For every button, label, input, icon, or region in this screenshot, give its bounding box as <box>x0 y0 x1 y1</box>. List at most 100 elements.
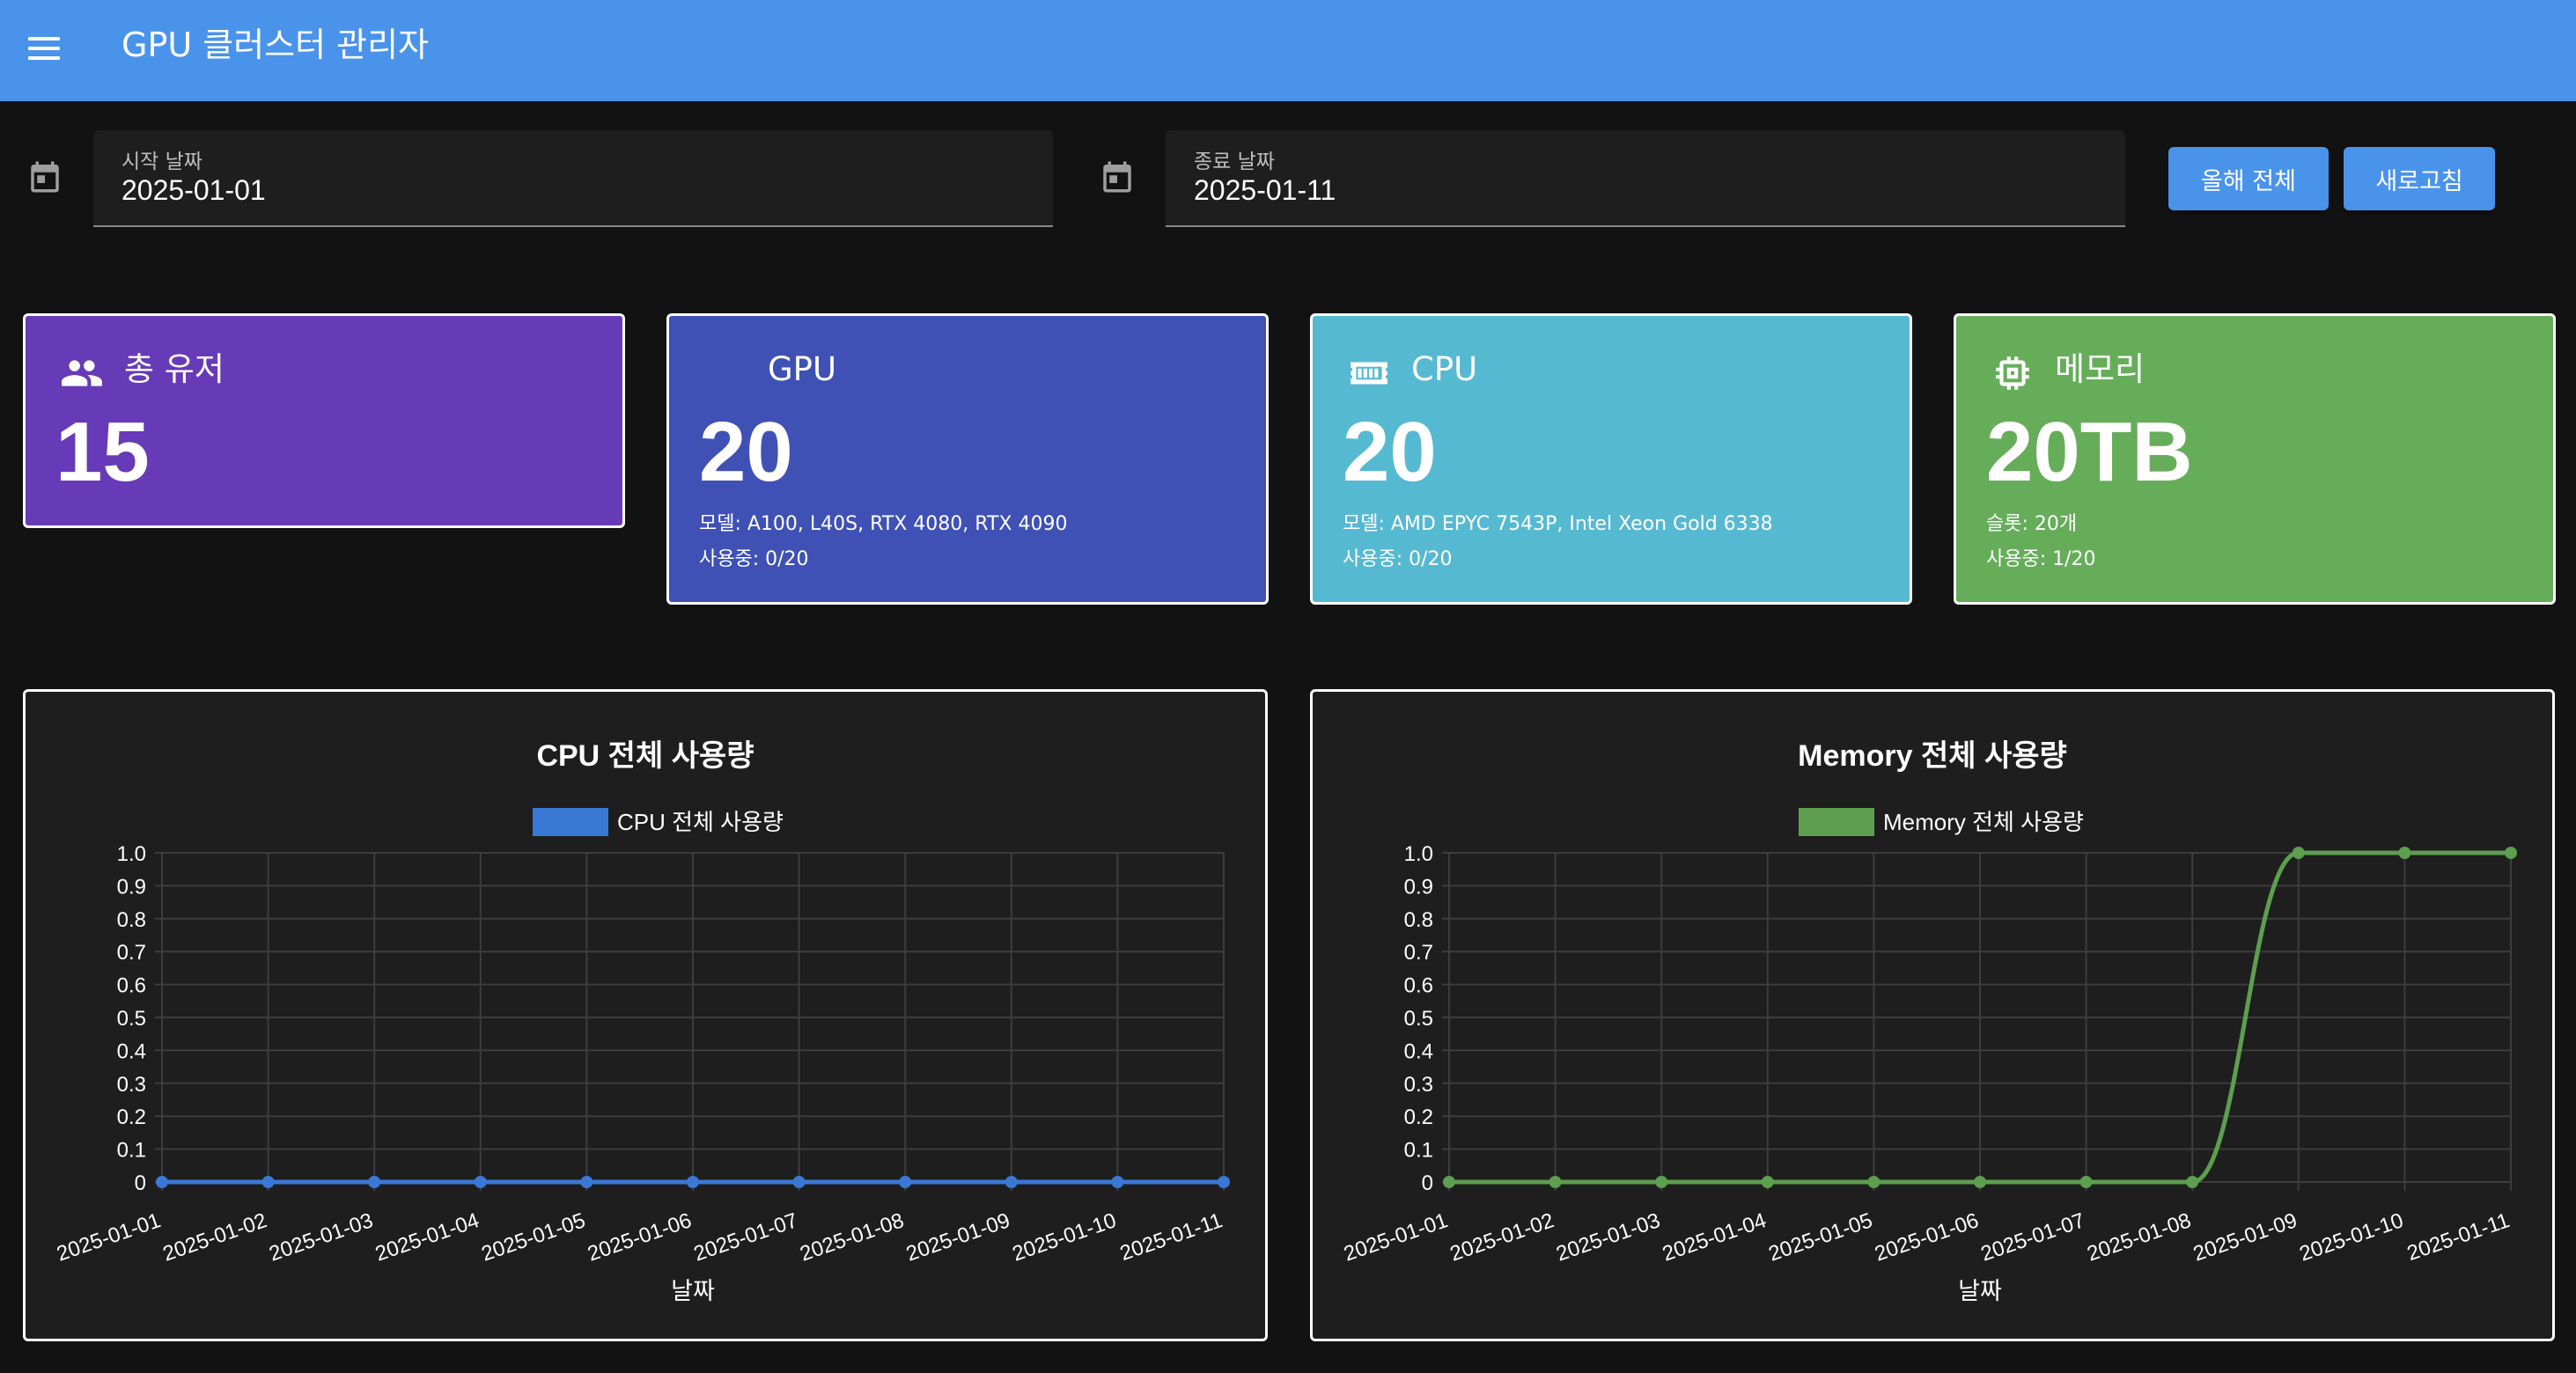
y-tick-label: 0.7 <box>1404 941 1433 965</box>
y-tick-label: 0.8 <box>117 908 146 932</box>
data-point <box>2186 1176 2199 1188</box>
y-tick-label: 0.1 <box>117 1139 146 1163</box>
y-tick-label: 0.4 <box>117 1039 146 1063</box>
x-axis-label: 날짜 <box>671 1278 715 1304</box>
app-bar: GPU 클러스터 관리자 <box>0 0 2576 101</box>
cpu-value: 20 <box>1343 405 1437 499</box>
memory-usage-chart: Memory 전체 사용량 Memory 전체 사용량 0 0.1 0.2 0.3 0.4 0… <box>1310 689 2555 1341</box>
x-tick-label: 2025-01-01 <box>54 1208 164 1266</box>
this-year-button[interactable]: 올해 전체 <box>2168 147 2329 210</box>
calendar-icon[interactable] <box>26 158 63 195</box>
data-point <box>792 1176 806 1188</box>
x-tick-label: 2025-01-06 <box>585 1208 695 1266</box>
cpu-card: CPU 20 모델: AMD EPYC 7543P, Intel Xeon Go… <box>1310 313 1912 605</box>
legend-label: Memory 전체 사용량 <box>1883 809 2084 835</box>
y-tick-label: 0.9 <box>117 875 146 899</box>
data-point <box>2505 847 2517 859</box>
x-tick-label: 2025-01-07 <box>691 1208 801 1266</box>
x-tick-label: 2025-01-11 <box>2404 1208 2513 1266</box>
end-date-field[interactable]: 종료 날짜 <box>1166 130 2125 227</box>
gpu-title: GPU <box>768 350 837 388</box>
memory-slots: 슬롯: 20개 <box>1986 513 2078 535</box>
total-users-card: 총 유저 15 <box>23 313 625 528</box>
memory-usage: 사용중: 1/20 <box>1986 548 2096 570</box>
legend-swatch <box>533 808 608 836</box>
data-point <box>261 1176 275 1188</box>
y-tick-label: 0.4 <box>1404 1039 1433 1063</box>
start-date-label: 시작 날짜 <box>121 151 202 173</box>
end-date-label: 종료 날짜 <box>1194 151 1275 173</box>
legend-label: CPU 전체 사용량 <box>617 809 784 835</box>
y-tick-label: 0 <box>1422 1171 1433 1195</box>
y-tick-label: 0 <box>135 1171 146 1195</box>
start-date-input[interactable] <box>121 174 889 207</box>
people-icon <box>62 360 102 386</box>
gpu-card: GPU 20 모델: A100, L40S, RTX 4080, RTX 409… <box>666 313 1269 605</box>
x-tick-label: 2025-01-05 <box>478 1208 588 1266</box>
cpu-usage: 사용중: 0/20 <box>1343 548 1453 570</box>
memory-value: 20TB <box>1986 405 2193 499</box>
data-point <box>368 1176 381 1188</box>
y-tick-label: 0.7 <box>117 941 146 965</box>
x-tick-label: 2025-01-08 <box>797 1208 907 1266</box>
gpu-usage: 사용중: 0/20 <box>699 548 809 570</box>
x-tick-label: 2025-01-09 <box>903 1208 1013 1266</box>
y-tick-label: 0.8 <box>1404 908 1433 932</box>
x-tick-label: 2025-01-08 <box>2084 1208 2194 1266</box>
x-tick-label: 2025-01-04 <box>372 1208 482 1266</box>
x-tick-label: 2025-01-02 <box>160 1208 270 1266</box>
x-tick-label: 2025-01-04 <box>1660 1208 1770 1266</box>
total-users-title: 총 유저 <box>124 350 224 388</box>
x-tick-label: 2025-01-06 <box>1872 1208 1982 1266</box>
x-tick-label: 2025-01-01 <box>1341 1208 1451 1266</box>
x-tick-label: 2025-01-02 <box>1447 1208 1557 1266</box>
x-axis-label: 날짜 <box>1958 1278 2002 1304</box>
x-tick-label: 2025-01-09 <box>2190 1208 2300 1266</box>
refresh-button[interactable]: 새로고침 <box>2344 147 2495 210</box>
x-tick-label: 2025-01-03 <box>266 1208 376 1266</box>
cpu-usage-chart-svg: CPU 전체 사용량 CPU 전체 사용량 0 0.1 0.2 0.3 0.4 0.5 0.6 0… <box>54 739 1230 1304</box>
data-point <box>2079 1176 2093 1188</box>
y-tick-label: 0.5 <box>1404 1007 1433 1031</box>
end-date-input[interactable] <box>1194 174 1961 207</box>
x-tick-label: 2025-01-10 <box>2296 1208 2406 1266</box>
menu-icon[interactable] <box>25 30 65 70</box>
y-tick-label: 0.2 <box>117 1105 146 1129</box>
data-point <box>1549 1176 1562 1188</box>
cpu-icon <box>1351 362 1387 385</box>
gpu-value: 20 <box>699 405 793 499</box>
data-point <box>580 1176 593 1188</box>
data-point <box>899 1176 912 1188</box>
data-point <box>2292 847 2305 859</box>
y-tick-label: 0.3 <box>1404 1073 1433 1097</box>
y-tick-label: 0.1 <box>1404 1139 1433 1163</box>
chart-title: CPU 전체 사용량 <box>536 739 754 773</box>
data-point <box>2398 847 2411 859</box>
y-tick-label: 0.6 <box>1404 974 1433 998</box>
legend-swatch <box>1799 808 1874 836</box>
data-point <box>1005 1176 1018 1188</box>
data-point <box>1974 1176 1986 1188</box>
x-tick-label: 2025-01-10 <box>1009 1208 1119 1266</box>
total-users-value: 15 <box>55 405 150 499</box>
x-tick-label: 2025-01-11 <box>1117 1208 1225 1266</box>
x-tick-label: 2025-01-07 <box>1978 1208 2088 1266</box>
data-point <box>474 1176 487 1188</box>
start-date-field[interactable]: 시작 날짜 <box>93 130 1053 227</box>
calendar-icon[interactable] <box>1099 158 1136 195</box>
cpu-models: 모델: AMD EPYC 7543P, Intel Xeon Gold 6338 <box>1343 513 1773 535</box>
y-tick-label: 1.0 <box>1404 842 1433 866</box>
data-point <box>1111 1176 1124 1188</box>
data-point <box>1443 1176 1455 1188</box>
memory-chip-icon <box>1996 356 2029 390</box>
data-point <box>156 1176 168 1188</box>
gpu-models: 모델: A100, L40S, RTX 4080, RTX 4090 <box>699 513 1068 535</box>
data-point <box>1867 1176 1880 1188</box>
app-title: GPU 클러스터 관리자 <box>121 26 430 64</box>
y-tick-label: 0.9 <box>1404 875 1433 899</box>
memory-title: 메모리 <box>2055 350 2145 388</box>
x-tick-label: 2025-01-05 <box>1765 1208 1875 1266</box>
cpu-usage-chart: CPU 전체 사용량 CPU 전체 사용량 0 0.1 0.2 0.3 0.4 0.5 0.6 0… <box>23 689 1268 1341</box>
y-tick-label: 0.6 <box>117 974 146 998</box>
y-tick-label: 0.2 <box>1404 1105 1433 1129</box>
